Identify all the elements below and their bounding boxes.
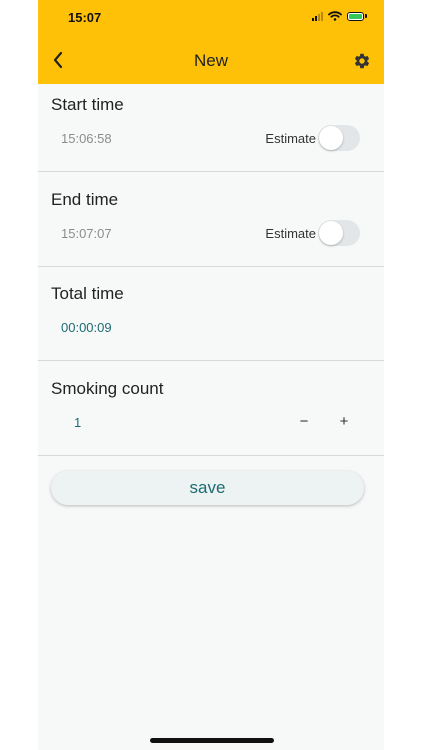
- total-time-value: 00:00:09: [61, 320, 112, 335]
- divider: [38, 171, 384, 172]
- divider: [38, 360, 384, 361]
- status-icons: [312, 11, 367, 21]
- end-time-label: End time: [51, 190, 119, 209]
- start-time-value[interactable]: 15:06:58: [61, 131, 112, 146]
- cellular-signal-icon: [312, 11, 323, 21]
- page-title: New: [193, 51, 228, 70]
- home-indicator: [150, 738, 274, 743]
- status-time: 15:07: [68, 10, 102, 25]
- save-button[interactable]: save: [51, 471, 364, 505]
- battery-icon: [347, 11, 367, 21]
- app-screen: 15:07 New Start time 15:06:58 Estimate E…: [38, 0, 384, 750]
- total-time-label: Total time: [51, 284, 124, 303]
- phone-frame: 15:07 New Start time 15:06:58 Estimate E…: [0, 0, 422, 750]
- end-estimate-toggle[interactable]: [318, 220, 360, 246]
- decrement-button[interactable]: −: [294, 413, 314, 430]
- start-time-label: Start time: [51, 95, 124, 114]
- smoking-count-label: Smoking count: [51, 379, 164, 398]
- divider: [38, 455, 384, 456]
- app-header: 15:07 New: [38, 0, 384, 84]
- smoking-count-value: 1: [74, 415, 82, 430]
- increment-button[interactable]: +: [334, 413, 354, 430]
- end-estimate-label: Estimate: [265, 226, 316, 241]
- toggle-knob: [319, 221, 343, 245]
- gear-icon: [354, 53, 370, 69]
- start-estimate-label: Estimate: [265, 131, 316, 146]
- end-time-value[interactable]: 15:07:07: [61, 226, 112, 241]
- wifi-icon: [328, 11, 342, 21]
- settings-button[interactable]: [350, 49, 374, 73]
- start-estimate-toggle[interactable]: [318, 125, 360, 151]
- divider: [38, 266, 384, 267]
- toggle-knob: [319, 126, 343, 150]
